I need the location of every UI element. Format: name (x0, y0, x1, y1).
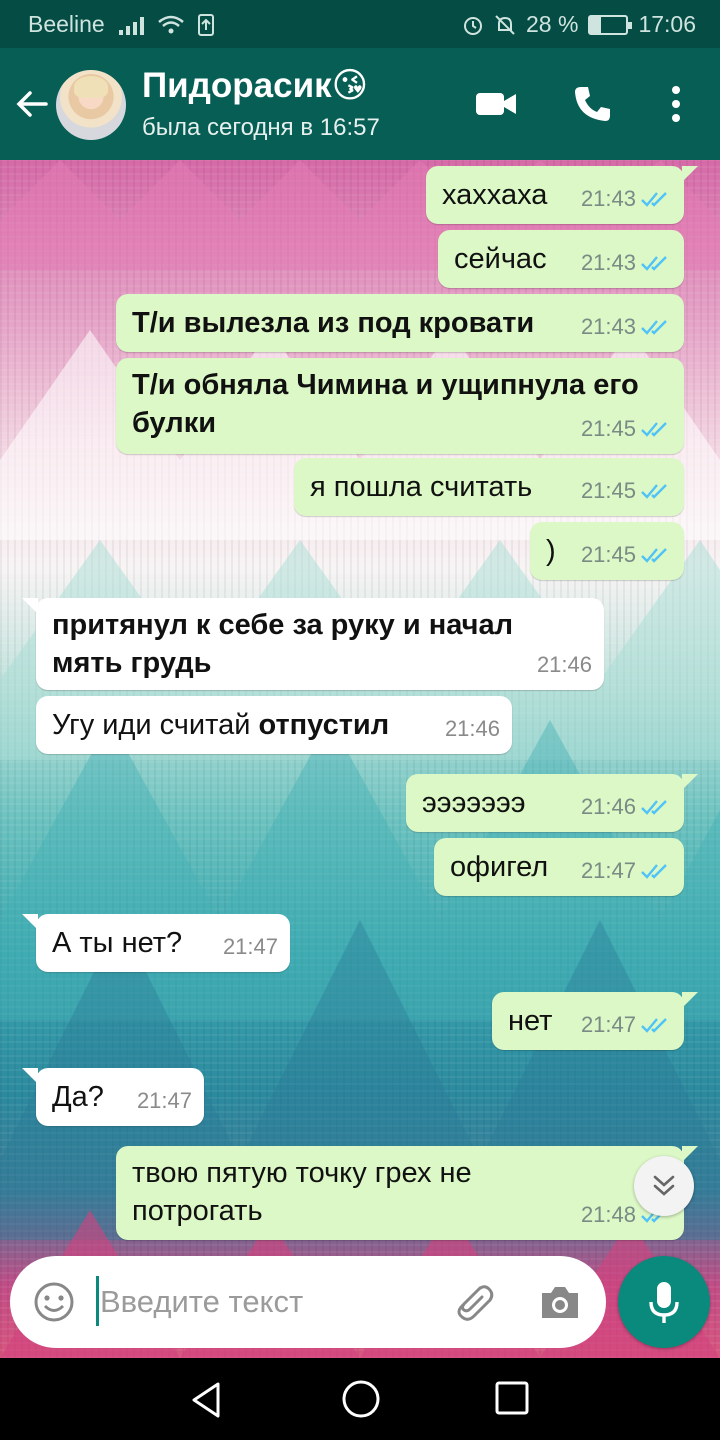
message-text: офигел (450, 851, 549, 883)
upload-icon (197, 13, 214, 36)
message-outgoing[interactable]: твою пятую точку грех не потрогать 21:48 (116, 1146, 698, 1240)
scroll-down-button[interactable] (634, 1156, 694, 1216)
read-ticks-icon (641, 548, 667, 563)
message-text: эээээээ (422, 787, 526, 819)
message-compose-bar (10, 1256, 606, 1348)
message-text: хаххаха (442, 179, 548, 211)
last-seen-status: была сегодня в 16:57 (142, 114, 380, 141)
read-ticks-icon (641, 800, 667, 815)
voice-record-button[interactable] (618, 1256, 710, 1348)
message-time: 21:45 (580, 542, 636, 567)
message-time: 21:43 (580, 314, 636, 339)
message-text: Да? (52, 1081, 104, 1113)
message-time: 21:45 (580, 478, 636, 503)
message-text: Угу иди считай (52, 709, 259, 741)
message-text-bold: отпустил (258, 709, 390, 741)
message-outgoing[interactable]: эээээээ 21:46 (406, 774, 698, 832)
back-arrow-icon[interactable] (12, 84, 52, 124)
carrier-name: Beeline (28, 11, 105, 37)
status-bar: Beeline 28 % 17:06 (0, 0, 720, 48)
message-incoming[interactable]: притянул к себе за руку и начал мять груд… (22, 598, 604, 690)
battery-icon (588, 14, 633, 35)
message-time: 21:45 (580, 416, 636, 441)
message-text-line: Т/и обняла Чимина и ущипнула его (132, 369, 639, 401)
video-call-icon[interactable] (474, 84, 518, 124)
message-outgoing[interactable]: ) 21:45 (530, 522, 684, 580)
scroll-down-icon (653, 1175, 675, 1196)
message-time: 21:47 (136, 1088, 192, 1113)
text-caret (96, 1276, 99, 1326)
phone-icon[interactable] (572, 84, 612, 124)
message-incoming[interactable]: Угу иди считай отпустил 21:46 (36, 696, 512, 754)
message-text: ) (546, 535, 556, 567)
message-time: 21:47 (222, 934, 278, 959)
mic-icon (649, 1282, 679, 1323)
message-time: 21:46 (536, 652, 592, 677)
read-ticks-icon (641, 192, 667, 207)
message-text-line: мять грудь (52, 647, 212, 679)
message-time: 21:47 (580, 858, 636, 883)
message-outgoing[interactable]: сейчас 21:43 (438, 230, 684, 288)
contact-name[interactable]: Пидорасик😘 (142, 66, 368, 106)
nav-home-icon[interactable] (340, 1378, 382, 1420)
message-time: 21:46 (580, 794, 636, 819)
message-text-line: булки (132, 407, 217, 439)
read-ticks-icon (641, 1018, 667, 1033)
message-text: Т/и вылезла из под кровати (132, 307, 535, 339)
message-outgoing[interactable]: офигел 21:47 (434, 838, 684, 896)
more-vert-icon[interactable] (664, 84, 688, 124)
message-outgoing[interactable]: нет 21:47 (492, 992, 698, 1050)
read-ticks-icon (641, 484, 667, 499)
message-outgoing[interactable]: я пошла считать 21:45 (294, 458, 684, 516)
message-time: 21:46 (444, 716, 500, 741)
chat-area[interactable]: хаххаха 21:43 сейчас 21:43 Т/и вылезла и… (0, 160, 720, 1358)
message-text: А ты нет? (52, 927, 183, 959)
message-outgoing[interactable]: Т/и обняла Чимина и ущипнула его булки 21… (116, 358, 684, 454)
message-text-line: твою пятую точку грех не (132, 1157, 472, 1189)
message-text: нет (508, 1005, 553, 1037)
nav-back-icon[interactable] (186, 1380, 226, 1420)
message-time: 21:43 (580, 250, 636, 275)
message-incoming[interactable]: А ты нет? 21:47 (22, 914, 290, 972)
camera-icon[interactable] (538, 1280, 582, 1324)
message-outgoing[interactable]: хаххаха 21:43 (426, 166, 698, 224)
nav-recent-apps-icon[interactable] (494, 1380, 530, 1416)
mute-bell-icon (495, 14, 515, 35)
system-nav-bar (0, 1358, 720, 1440)
message-text-line: потрогать (132, 1195, 263, 1227)
message-text: я пошла считать (310, 471, 533, 503)
battery-percent: 28 % (526, 11, 579, 37)
avatar[interactable] (56, 70, 126, 140)
message-time: 21:47 (580, 1012, 636, 1037)
read-ticks-icon (641, 864, 667, 879)
message-outgoing[interactable]: Т/и вылезла из под кровати 21:43 (116, 294, 684, 352)
message-time: 21:43 (580, 186, 636, 211)
wifi-icon (157, 15, 184, 33)
message-incoming[interactable]: Да? 21:47 (22, 1068, 204, 1126)
attach-icon[interactable] (450, 1280, 496, 1324)
alarm-icon (464, 16, 482, 35)
clock: 17:06 (638, 11, 696, 37)
chat-header: Пидорасик😘 была сегодня в 16:57 (0, 48, 720, 160)
message-text: сейчас (454, 243, 547, 275)
message-time: 21:48 (580, 1202, 636, 1227)
read-ticks-icon (641, 256, 667, 271)
read-ticks-icon (641, 422, 667, 437)
message-text-line: притянул к себе за руку и начал (52, 609, 514, 641)
message-input[interactable] (100, 1278, 440, 1326)
emoji-icon[interactable] (32, 1280, 76, 1324)
signal-icon (118, 15, 144, 35)
read-ticks-icon (641, 320, 667, 335)
